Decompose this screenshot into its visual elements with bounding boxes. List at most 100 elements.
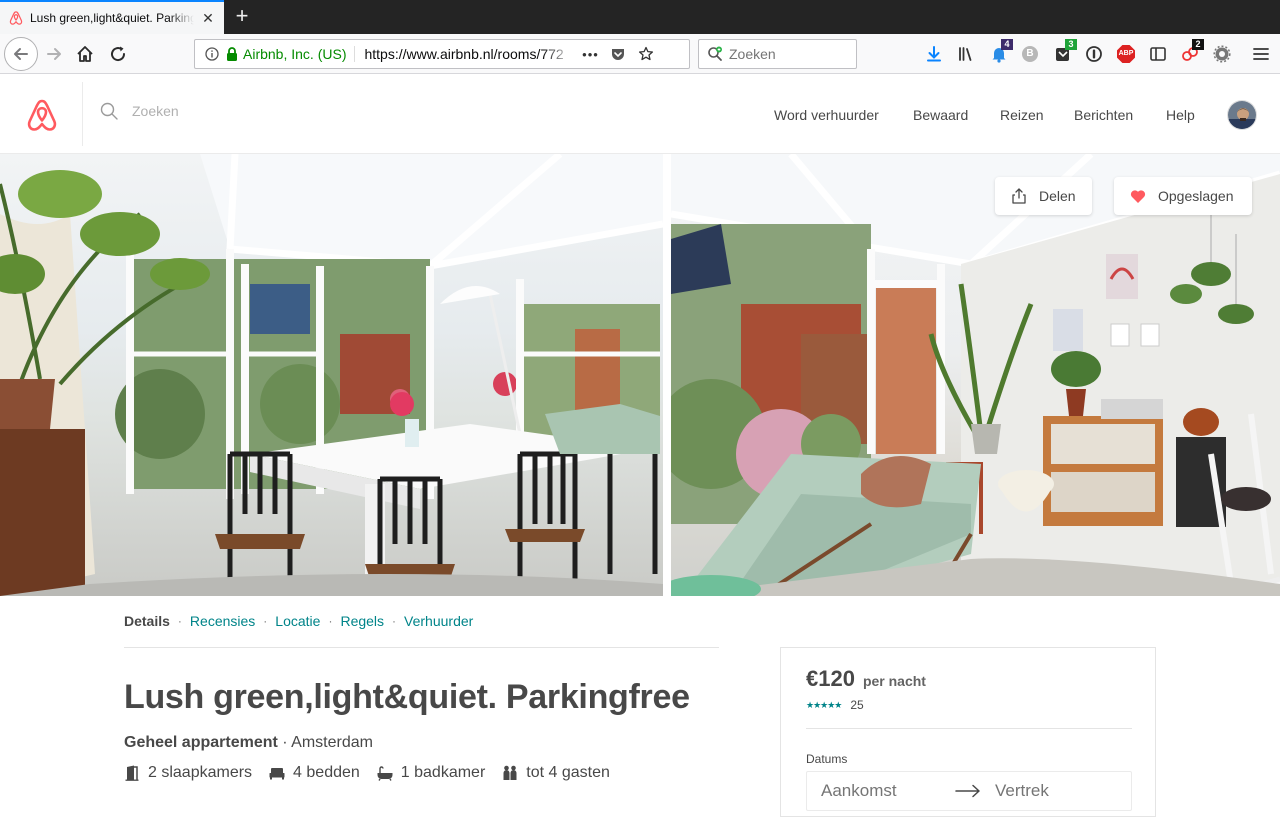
subnav-location[interactable]: Locatie xyxy=(275,613,320,629)
arrow-right-icon xyxy=(955,784,980,798)
nav-saved[interactable]: Bewaard xyxy=(913,107,968,123)
door-icon xyxy=(124,765,140,781)
b-extension-label: B xyxy=(1022,46,1038,62)
pocket-icon[interactable] xyxy=(606,42,630,66)
fact-beds: 4 bedden xyxy=(269,764,360,782)
date-range-picker[interactable]: Aankomst Vertrek xyxy=(806,771,1132,811)
subnav-reviews[interactable]: Recensies xyxy=(190,613,255,629)
share-icon xyxy=(1012,188,1026,204)
site-search-input[interactable] xyxy=(132,103,392,119)
adblock-label: ABP xyxy=(1117,45,1135,63)
booking-divider xyxy=(806,728,1132,729)
heart-icon xyxy=(1130,189,1146,203)
subnav-separator: · xyxy=(263,614,268,628)
back-button[interactable] xyxy=(4,37,38,71)
nav-trips[interactable]: Reizen xyxy=(1000,107,1044,123)
page-actions-icon[interactable]: ••• xyxy=(578,42,602,66)
property-type: Geheel appartement xyxy=(124,734,278,751)
listing-title: Lush green,light&quiet. Parkingfree xyxy=(124,678,690,716)
fact-bedrooms: 2 slaapkamers xyxy=(124,764,252,782)
listing-photo-secondary[interactable] xyxy=(671,154,1280,596)
per-night-label: per nacht xyxy=(862,673,926,689)
nav-messages[interactable]: Berichten xyxy=(1074,107,1133,123)
dates-label: Datums xyxy=(806,752,848,766)
listing-facts: 2 slaapkamers 4 bedden 1 badkamer tot 4 … xyxy=(124,764,627,782)
property-city[interactable]: Amsterdam xyxy=(291,734,373,751)
red-extension-badge: 2 xyxy=(1192,39,1204,50)
bed-icon xyxy=(269,765,285,781)
green-extension-badge: 3 xyxy=(1065,39,1077,50)
review-count: 25 xyxy=(850,698,864,712)
listing-photo-main[interactable] xyxy=(0,154,663,596)
browser-tab[interactable]: Lush green,light&quiet. Parkingfree ✕ xyxy=(0,0,224,34)
gear-extension-icon[interactable] xyxy=(1210,42,1234,66)
saved-button[interactable]: Opgeslagen xyxy=(1114,177,1252,215)
arrow-left-icon xyxy=(14,48,28,60)
bathtub-icon xyxy=(377,765,393,781)
lock-icon xyxy=(225,47,239,61)
reader-sidebar-icon[interactable] xyxy=(1146,42,1170,66)
rating-stars-icon: ★★★★★ xyxy=(806,699,842,710)
bookmark-star-icon[interactable] xyxy=(634,42,658,66)
browser-search-input[interactable] xyxy=(729,46,849,62)
nav-become-host[interactable]: Word verhuurder xyxy=(774,107,879,123)
url-bar[interactable]: Airbnb, Inc. (US) https://www.airbnb.nl/… xyxy=(194,39,690,69)
property-type-line: Geheel appartement · Amsterdam xyxy=(124,734,373,752)
arrow-right-icon xyxy=(47,48,61,60)
site-header: Word verhuurder Bewaard Reizen Berichten… xyxy=(0,74,1280,154)
adblock-plus-icon[interactable]: ABP xyxy=(1114,42,1138,66)
fact-bedrooms-label: 2 slaapkamers xyxy=(148,764,253,781)
extension-red-icon[interactable]: 2 xyxy=(1178,39,1204,66)
booking-panel: €120 per nacht ★★★★★ 25 Datums Aankomst … xyxy=(780,647,1156,817)
onepassword-icon[interactable] xyxy=(1082,42,1106,66)
subnav-details[interactable]: Details xyxy=(124,613,170,629)
reload-button[interactable] xyxy=(104,40,132,68)
price-line: €120 per nacht xyxy=(806,666,926,692)
user-avatar[interactable] xyxy=(1227,100,1257,130)
subnav-host[interactable]: Verhuurder xyxy=(404,613,473,629)
checkin-field[interactable]: Aankomst xyxy=(821,781,955,801)
notifications-extension-icon[interactable]: 4 xyxy=(987,39,1013,66)
browser-nav-bar: Airbnb, Inc. (US) https://www.airbnb.nl/… xyxy=(0,34,1280,74)
tab-close-icon[interactable]: ✕ xyxy=(200,10,216,26)
fact-beds-label: 4 bedden xyxy=(293,764,360,781)
rating-summary[interactable]: ★★★★★ 25 xyxy=(806,698,864,712)
living-room-illustration xyxy=(671,154,1280,596)
fact-guests: tot 4 gasten xyxy=(502,764,610,782)
nightly-price: €120 xyxy=(806,666,855,691)
property-type-separator: · xyxy=(282,734,288,751)
subnav-separator: · xyxy=(328,614,333,628)
library-icon[interactable] xyxy=(954,42,978,66)
subnav-separator: · xyxy=(392,614,397,628)
site-search[interactable] xyxy=(100,102,392,120)
hamburger-menu-icon[interactable] xyxy=(1249,42,1273,66)
browser-search-bar[interactable] xyxy=(698,39,857,69)
guests-icon xyxy=(502,765,518,781)
airbnb-logo-icon[interactable] xyxy=(26,98,58,132)
forward-button[interactable] xyxy=(40,40,68,68)
share-button[interactable]: Delen xyxy=(995,177,1092,215)
home-button[interactable] xyxy=(71,40,99,68)
saved-label: Opgeslagen xyxy=(1158,188,1234,204)
new-tab-icon[interactable]: + xyxy=(230,4,254,28)
checkout-field[interactable]: Vertrek xyxy=(995,781,1049,801)
notifications-badge: 4 xyxy=(1001,39,1013,50)
subnav-rules[interactable]: Regels xyxy=(340,613,384,629)
url-text[interactable]: https://www.airbnb.nl/rooms/772 xyxy=(364,46,574,62)
b-extension-icon[interactable]: B xyxy=(1018,42,1042,66)
dining-room-illustration xyxy=(0,154,663,596)
share-label: Delen xyxy=(1039,188,1076,204)
green-badge-extension-icon[interactable]: 3 xyxy=(1051,39,1077,66)
downloads-icon[interactable] xyxy=(922,42,946,66)
site-info-icon[interactable] xyxy=(201,47,223,61)
reload-icon xyxy=(111,46,126,62)
site-identity: Airbnb, Inc. (US) xyxy=(243,46,356,62)
fact-guests-label: tot 4 gasten xyxy=(526,764,610,781)
nav-help[interactable]: Help xyxy=(1166,107,1195,123)
browser-tab-bar: Lush green,light&quiet. Parkingfree ✕ + xyxy=(0,0,1280,34)
airbnb-favicon-icon xyxy=(8,10,24,26)
search-engine-icon xyxy=(708,46,722,61)
home-icon xyxy=(77,46,93,62)
subnav-divider xyxy=(124,647,719,648)
header-divider xyxy=(82,82,83,146)
